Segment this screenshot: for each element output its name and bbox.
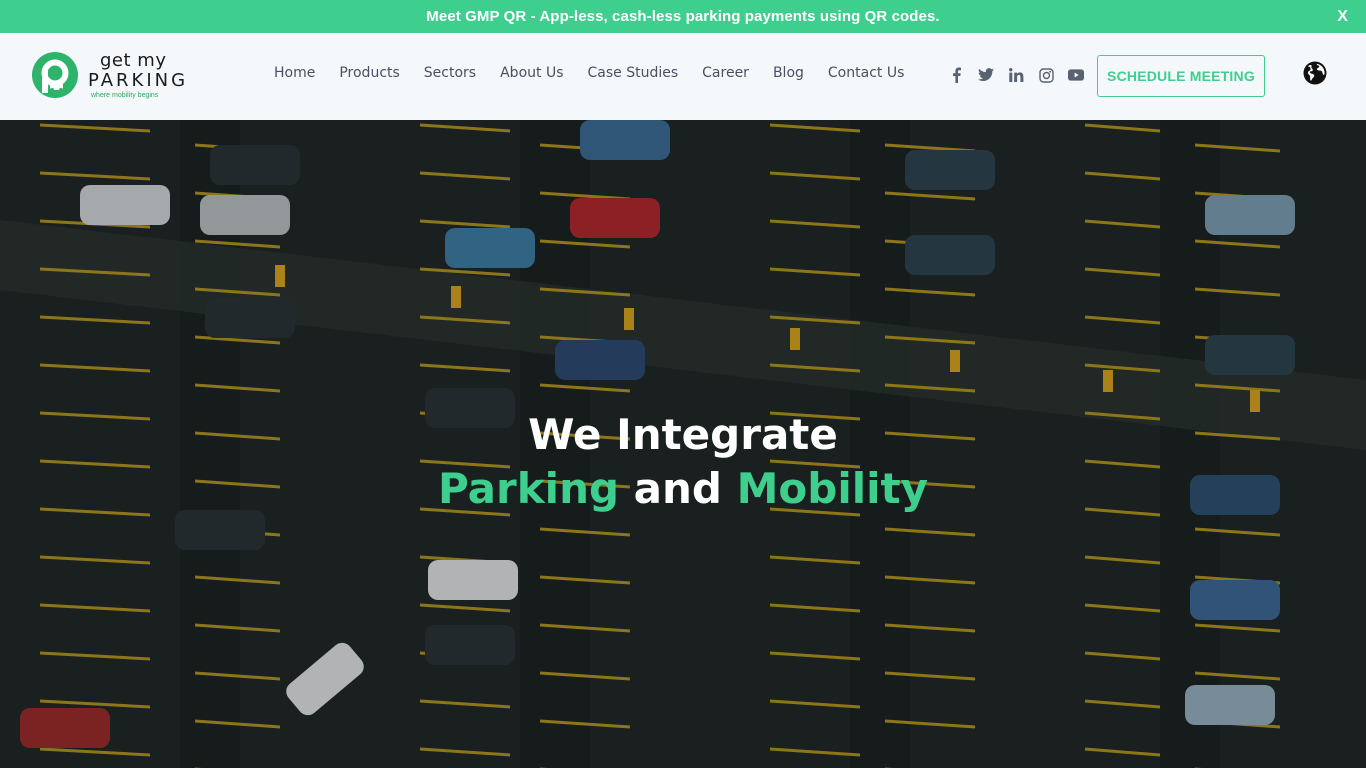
nav-blog[interactable]: Blog bbox=[773, 65, 804, 81]
linkedin-icon[interactable] bbox=[1008, 67, 1024, 83]
nav-case-studies[interactable]: Case Studies bbox=[588, 65, 679, 81]
instagram-icon[interactable] bbox=[1038, 67, 1054, 83]
site-header: get my PARKING where mobility begins Hom… bbox=[0, 33, 1366, 120]
main-nav: Home Products Sectors About Us Case Stud… bbox=[274, 65, 928, 81]
announcement-text[interactable]: Meet GMP QR - App-less, cash-less parkin… bbox=[426, 8, 939, 25]
close-announcement-button[interactable]: X bbox=[1337, 8, 1348, 26]
nav-about-us[interactable]: About Us bbox=[500, 65, 563, 81]
nav-career[interactable]: Career bbox=[702, 65, 749, 81]
logo-text-line2: PARKING bbox=[88, 69, 189, 91]
announcement-bar: Meet GMP QR - App-less, cash-less parkin… bbox=[0, 0, 1366, 33]
logo-text-line1: get my bbox=[100, 49, 167, 71]
hero-headline-mobility: Mobility bbox=[736, 464, 928, 513]
nav-contact-us[interactable]: Contact Us bbox=[828, 65, 904, 81]
facebook-icon[interactable] bbox=[948, 67, 964, 83]
twitter-icon[interactable] bbox=[978, 67, 994, 83]
hero-headline-line1: We Integrate bbox=[528, 410, 838, 459]
globe-icon[interactable] bbox=[1303, 61, 1327, 85]
hero-headline-and: and bbox=[633, 464, 722, 513]
parking-p-logo-icon bbox=[32, 52, 78, 98]
youtube-icon[interactable] bbox=[1068, 67, 1084, 83]
social-links bbox=[948, 67, 1098, 83]
nav-home[interactable]: Home bbox=[274, 65, 315, 81]
logo[interactable]: get my PARKING where mobility begins bbox=[31, 51, 188, 99]
logo-tagline: where mobility begins bbox=[91, 91, 159, 99]
hero-headline: We Integrate Parking and Mobility bbox=[0, 408, 1366, 516]
schedule-meeting-button[interactable]: SCHEDULE MEETING bbox=[1097, 55, 1265, 97]
nav-sectors[interactable]: Sectors bbox=[424, 65, 476, 81]
hero-section: We Integrate Parking and Mobility bbox=[0, 120, 1366, 768]
nav-products[interactable]: Products bbox=[339, 65, 399, 81]
hero-headline-parking: Parking bbox=[438, 464, 620, 513]
